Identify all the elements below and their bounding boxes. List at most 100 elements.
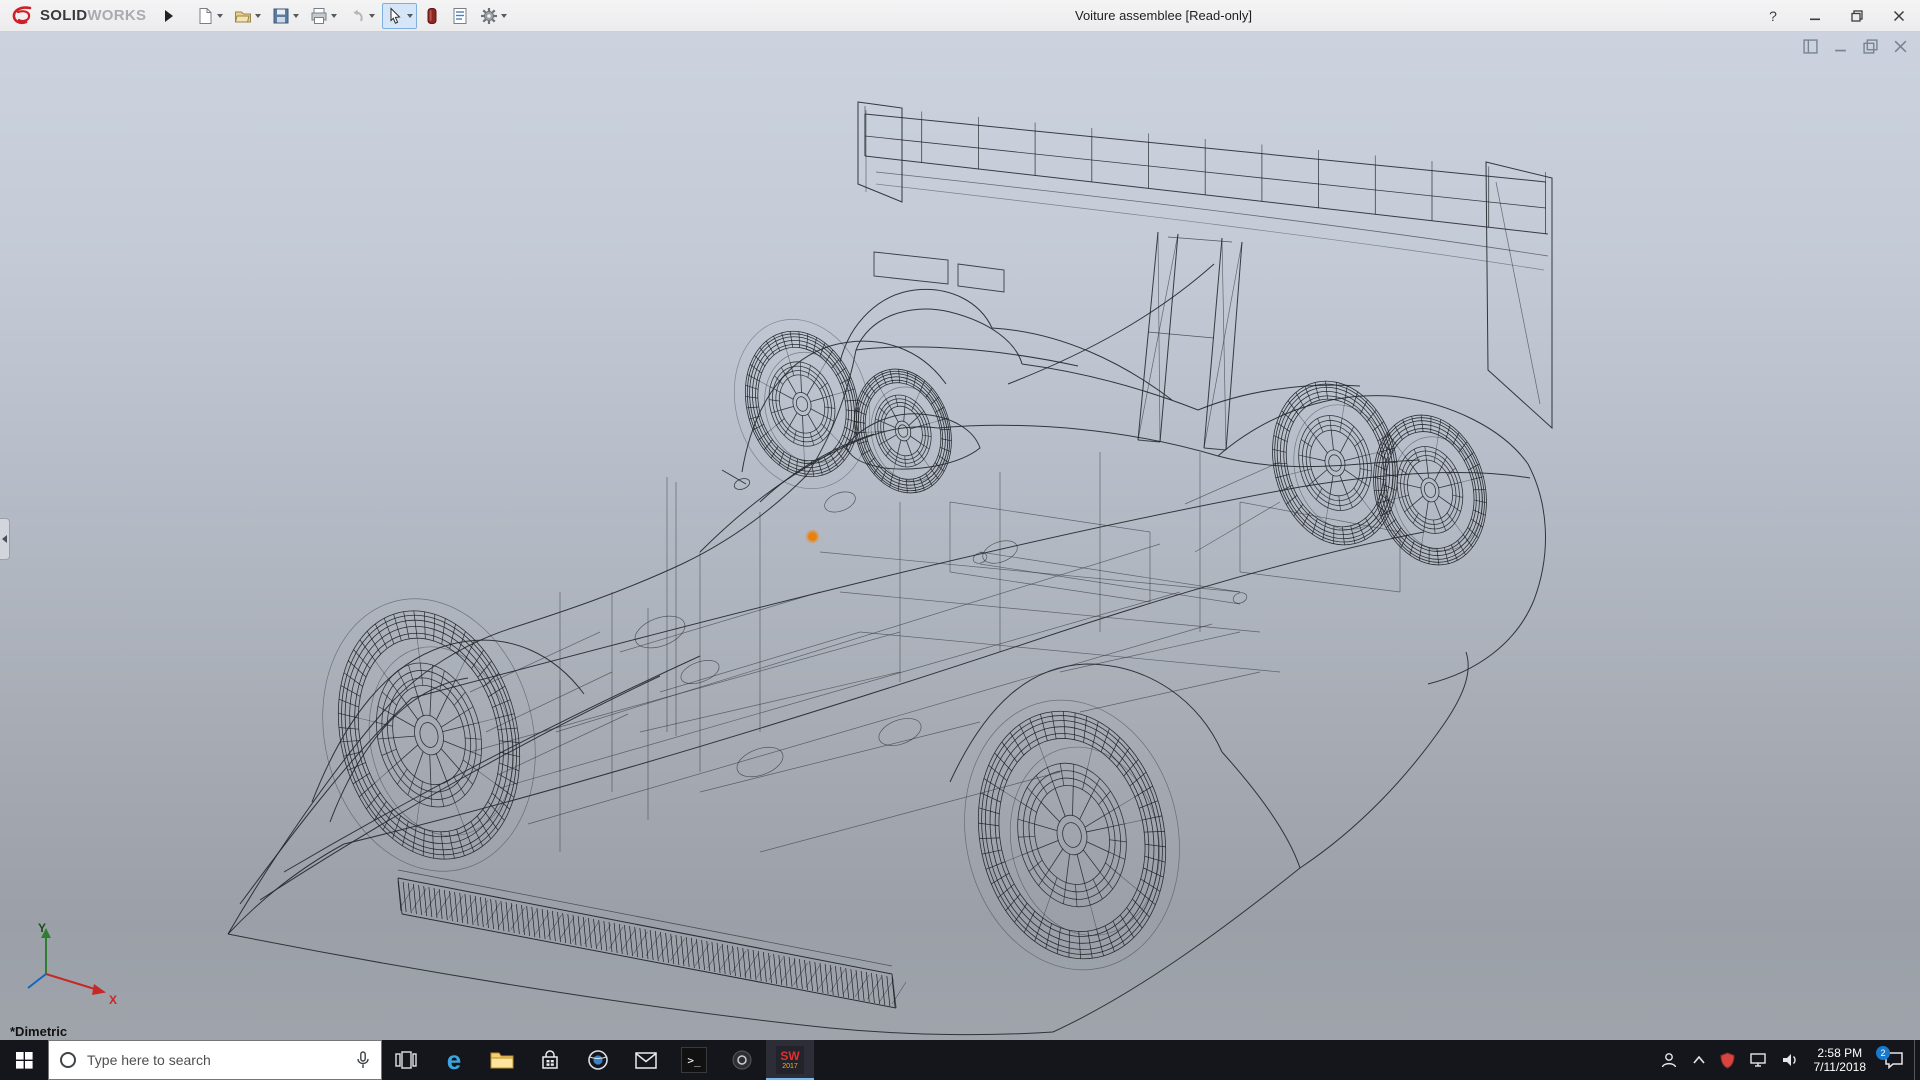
window-title: Voiture assemblee [Read-only] [1075,8,1252,23]
taskbar-clock[interactable]: 2:58 PM 7/11/2018 [1806,1046,1875,1074]
defender-tray-button[interactable] [1713,1040,1742,1080]
file-explorer-button[interactable] [478,1040,526,1080]
volume-tray-button[interactable] [1774,1040,1806,1080]
solidworks-app-button[interactable]: SW 2017 [766,1040,814,1080]
window-controls: ? [1764,0,1908,32]
doc-close-icon[interactable] [1893,39,1908,54]
x-axis-arrow [92,984,106,995]
help-button[interactable]: ? [1764,7,1782,25]
solidworks-2017-icon: SW 2017 [776,1046,804,1074]
pane-toggle-icon[interactable] [1803,39,1818,54]
speaker-icon [1781,1052,1799,1068]
network-icon [1749,1052,1767,1068]
title-bar: SOLIDWORKS [0,0,1920,32]
open-button[interactable] [230,3,265,29]
toolbar-flyout-button[interactable] [160,5,178,27]
task-view-icon [395,1050,417,1070]
dropdown-caret[interactable] [407,14,413,18]
clock-date: 7/11/2018 [1814,1060,1867,1074]
terminal-app-button[interactable]: >_ [670,1040,718,1080]
print-button[interactable] [306,3,341,29]
selection-point-marker[interactable] [808,532,817,541]
terminal-icon: >_ [681,1047,707,1073]
close-icon [1893,10,1905,22]
tray-overflow-button[interactable] [1685,1040,1713,1080]
y-axis-label: Y [38,921,46,935]
defender-shield-icon [1720,1052,1735,1069]
dark-app-icon [731,1049,753,1071]
new-document-button[interactable] [192,3,227,29]
system-tray: 2:58 PM 7/11/2018 2 [1653,1040,1920,1080]
browser-circle-icon [587,1049,609,1071]
undo-button[interactable] [344,3,379,29]
save-button[interactable] [268,3,303,29]
search-input[interactable] [87,1052,345,1068]
brand-text: SOLIDWORKS [40,7,146,24]
start-button[interactable] [0,1040,48,1080]
minimize-button[interactable] [1806,7,1824,25]
solidworks-window: SOLIDWORKS [0,0,1920,1080]
store-app-button[interactable] [526,1040,574,1080]
solidworks-logo-icon [10,5,34,27]
wireframe-car-model[interactable] [0,32,1920,1040]
cortana-circle-icon [59,1051,77,1069]
feature-panel-collapse-tab[interactable] [0,518,10,560]
appearance-icon [424,7,440,25]
print-icon [310,7,328,25]
task-view-button[interactable] [382,1040,430,1080]
settings-app-button[interactable] [718,1040,766,1080]
x-axis-label: X [109,993,117,1007]
windows-logo-icon [16,1052,33,1069]
doc-minimize-icon[interactable] [1833,39,1848,54]
options-button[interactable] [476,3,511,29]
chevron-up-icon [1692,1055,1706,1065]
select-cursor-icon [386,7,404,25]
dropdown-caret[interactable] [293,14,299,18]
edge-app-button[interactable]: e [430,1040,478,1080]
orientation-triad: Y X [14,920,124,1012]
edge-icon: e [447,1047,461,1073]
restore-icon [1851,10,1863,22]
sheet-icon [451,7,469,25]
people-button[interactable] [1653,1040,1685,1080]
file-explorer-icon [490,1050,514,1070]
dropdown-caret[interactable] [369,14,375,18]
gear-icon [480,7,498,25]
doc-restore-icon[interactable] [1863,39,1878,54]
clock-time: 2:58 PM [1814,1046,1867,1060]
people-icon [1660,1051,1678,1069]
flyout-arrow-icon [165,10,173,22]
mail-envelope-icon [635,1052,657,1069]
dropdown-caret[interactable] [255,14,261,18]
select-tool-button[interactable] [382,3,417,29]
minimize-icon [1809,10,1821,22]
open-folder-icon [234,7,252,25]
save-icon [272,7,290,25]
document-window-controls [1803,39,1908,54]
store-bag-icon [540,1050,560,1070]
action-center-button[interactable]: 2 [1874,1040,1914,1080]
appearance-button[interactable] [420,3,444,29]
taskbar-search-box[interactable] [48,1040,382,1080]
main-toolbar [192,3,511,29]
mail-app-button[interactable] [622,1040,670,1080]
view-orientation-label: *Dimetric [10,1024,67,1039]
z-axis-arrow [28,974,46,988]
windows-taskbar: e [0,1040,1920,1080]
microphone-icon[interactable] [355,1051,371,1069]
solidworks-logo: SOLIDWORKS [0,5,154,27]
sheet-options-button[interactable] [447,3,473,29]
undo-icon [348,7,366,25]
close-button[interactable] [1890,7,1908,25]
collapse-arrow-icon [2,535,7,543]
browser-app-button[interactable] [574,1040,622,1080]
graphics-area[interactable]: Y X *Dimetric [0,32,1920,1040]
dropdown-caret[interactable] [331,14,337,18]
restore-button[interactable] [1848,7,1866,25]
dropdown-caret[interactable] [217,14,223,18]
notification-badge: 2 [1876,1046,1890,1060]
dropdown-caret[interactable] [501,14,507,18]
show-desktop-button[interactable] [1914,1040,1920,1080]
new-document-icon [196,7,214,25]
network-tray-button[interactable] [1742,1040,1774,1080]
